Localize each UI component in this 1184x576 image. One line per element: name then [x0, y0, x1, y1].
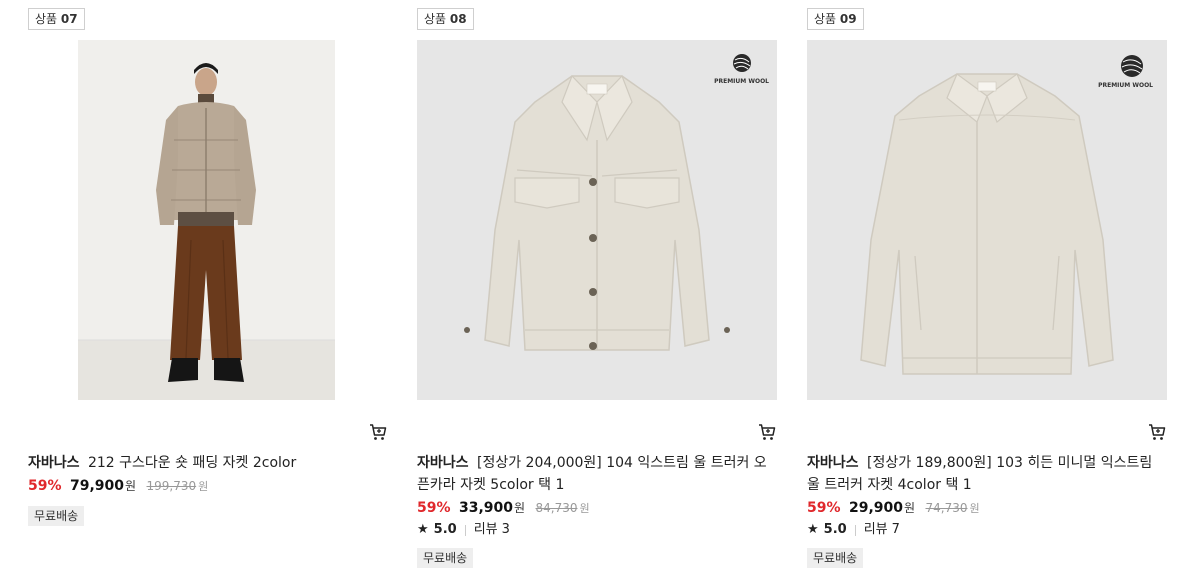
cart-icon	[1149, 424, 1166, 440]
sale-price: 29,900	[848, 500, 903, 516]
product-card[interactable]: 상품 09 PREMIUM WOOL 자바나스 [정상가 189,800원] 1…	[807, 0, 1167, 576]
original-price: 84,730	[535, 501, 578, 515]
rating-score: 5.0	[823, 522, 847, 537]
rating-row: ★ 5.0 리뷰 7	[807, 520, 1167, 540]
badge-prefix: 상품	[424, 12, 447, 26]
badge-prefix: 상품	[814, 12, 837, 26]
review-label: 리뷰	[473, 522, 498, 537]
badge-number: 08	[449, 12, 467, 26]
currency: 원	[125, 479, 137, 493]
original-currency: 원	[579, 502, 590, 515]
currency: 원	[904, 501, 916, 515]
divider	[464, 524, 466, 536]
discount-rate: 59%	[807, 500, 841, 516]
padding-jacket-photo	[78, 40, 335, 400]
price-row: 59% 79,900원 199,730 원	[28, 475, 388, 498]
product-badge: 상품 08	[417, 8, 474, 30]
review-count: 7	[891, 522, 900, 537]
price-row: 59% 29,900원 74,730 원	[807, 497, 1167, 520]
original-price: 74,730	[925, 501, 968, 515]
badge-number: 09	[839, 12, 857, 26]
product-badge: 상품 07	[28, 8, 85, 30]
divider	[854, 524, 856, 536]
star-icon: ★	[417, 522, 429, 537]
sale-price: 33,900	[458, 500, 513, 516]
rating-row: ★ 5.0 리뷰 3	[417, 520, 777, 540]
original-price: 199,730	[146, 479, 197, 493]
price-row: 59% 33,900원 84,730 원	[417, 497, 777, 520]
cart-icon	[370, 424, 387, 440]
product-image[interactable]	[28, 40, 388, 400]
product-card[interactable]: 상품 07 자바나스 212 구스다운 숏 패딩 자켓 2color 59% 7…	[28, 0, 388, 576]
cart-icon	[759, 424, 776, 440]
discount-rate: 59%	[28, 478, 62, 494]
original-currency: 원	[198, 480, 209, 493]
free-shipping-badge: 무료배송	[807, 548, 864, 568]
free-shipping-badge: 무료배송	[417, 548, 474, 568]
add-to-cart-button[interactable]	[368, 422, 388, 442]
currency: 원	[514, 501, 526, 515]
premium-wool-label: PREMIUM WOOL	[1098, 82, 1153, 89]
review-label: 리뷰	[863, 522, 888, 537]
product-title: [정상가 204,000원] 104 익스트림 울 트러커 오픈카라 자켓 5c…	[417, 455, 767, 493]
brand-name: 자바나스	[417, 455, 469, 471]
rating-score: 5.0	[433, 522, 457, 537]
product-title: 212 구스다운 숏 패딩 자켓 2color	[87, 455, 297, 471]
review-count: 3	[501, 522, 510, 537]
minimal-jacket-photo	[807, 40, 1167, 400]
add-to-cart-button[interactable]	[1147, 422, 1167, 442]
product-name[interactable]: 자바나스 212 구스다운 숏 패딩 자켓 2color	[28, 452, 388, 474]
sale-price: 79,900	[69, 478, 124, 494]
free-shipping-badge: 무료배송	[28, 506, 85, 526]
trucker-jacket-photo	[417, 40, 777, 400]
brand-name: 자바나스	[807, 455, 859, 471]
star-icon: ★	[807, 522, 819, 537]
product-info: 자바나스 [정상가 204,000원] 104 익스트림 울 트러커 오픈카라 …	[417, 452, 777, 568]
original-currency: 원	[969, 502, 980, 515]
product-name[interactable]: 자바나스 [정상가 204,000원] 104 익스트림 울 트러커 오픈카라 …	[417, 452, 777, 496]
premium-wool-label: PREMIUM WOOL	[714, 78, 769, 85]
product-image[interactable]: PREMIUM WOOL	[807, 40, 1167, 400]
badge-number: 07	[60, 12, 78, 26]
product-badge: 상품 09	[807, 8, 864, 30]
product-image[interactable]: PREMIUM WOOL	[417, 40, 777, 400]
product-info: 자바나스 212 구스다운 숏 패딩 자켓 2color 59% 79,900원…	[28, 452, 388, 526]
product-name[interactable]: 자바나스 [정상가 189,800원] 103 히든 미니멀 익스트림 울 트러…	[807, 452, 1167, 496]
product-info: 자바나스 [정상가 189,800원] 103 히든 미니멀 익스트림 울 트러…	[807, 452, 1167, 568]
product-card[interactable]: 상품 08 PREMIUM WOOL 자바나스 [정상가 204,000원] 1…	[417, 0, 777, 576]
badge-prefix: 상품	[35, 12, 58, 26]
discount-rate: 59%	[417, 500, 451, 516]
brand-name: 자바나스	[28, 455, 80, 471]
add-to-cart-button[interactable]	[757, 422, 777, 442]
